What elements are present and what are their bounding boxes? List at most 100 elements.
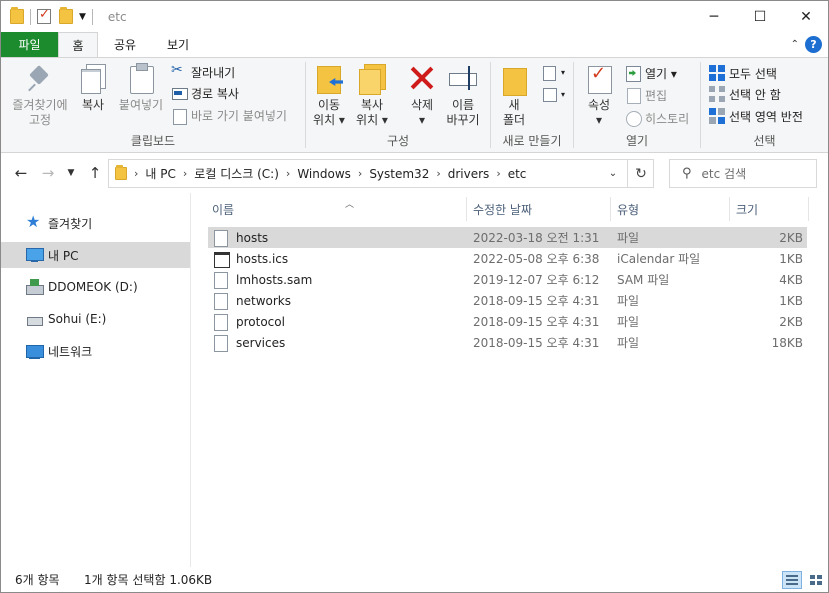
- nav-item-label: 네트워크: [48, 344, 93, 359]
- new-group: 새 폴더 ▾ ▾ 새로 만들기: [491, 58, 573, 153]
- table-row[interactable]: hosts 2022-03-18 오전 1:31 파일 2KB: [208, 227, 807, 248]
- table-row[interactable]: protocol 2018-09-15 오후 4:31 파일 2KB: [208, 311, 807, 332]
- copy-to-icon: [356, 62, 388, 95]
- file-name: hosts.ics: [236, 251, 289, 266]
- file-name: lmhosts.sam: [236, 272, 313, 287]
- chevron-right-icon[interactable]: ›: [134, 167, 138, 180]
- pin-label: 즐겨찾기에 고정: [12, 98, 68, 127]
- cut-button[interactable]: 잘라내기: [171, 62, 235, 82]
- file-icon: [214, 313, 228, 331]
- breadcrumb-windows[interactable]: Windows: [297, 167, 351, 181]
- ribbon-tabs: 파일 홈 공유 보기 ⌃ ?: [1, 32, 828, 58]
- nav-item-network[interactable]: 네트워크: [1, 338, 190, 364]
- history-button[interactable]: 히스토리: [625, 108, 689, 128]
- new-folder-quick-icon[interactable]: [59, 7, 73, 24]
- select-all-icon: [709, 65, 725, 81]
- table-row[interactable]: lmhosts.sam 2019-12-07 오후 6:12 SAM 파일 4K…: [208, 269, 807, 290]
- minimize-button[interactable]: ─: [691, 1, 737, 32]
- invert-selection-label: 선택 영역 반전: [729, 109, 803, 124]
- tab-view[interactable]: 보기: [155, 32, 201, 57]
- chevron-right-icon[interactable]: ›: [436, 167, 440, 180]
- address-dropdown-icon[interactable]: ⌄: [599, 160, 627, 187]
- delete-button[interactable]: 삭제 ▾: [403, 62, 441, 128]
- breadcrumb-system32[interactable]: System32: [369, 167, 429, 181]
- details-view-button[interactable]: [782, 571, 802, 589]
- column-header-name[interactable]: 이름 ︿: [206, 197, 466, 221]
- close-button[interactable]: ✕: [783, 1, 829, 32]
- nav-item-drive-d[interactable]: DDOMEOK (D:): [1, 274, 190, 300]
- item-count: 6개 항목: [15, 573, 60, 587]
- column-header-type[interactable]: 유형: [611, 197, 729, 221]
- quick-access-dropdown-icon[interactable]: ▼: [79, 12, 86, 22]
- move-to-button[interactable]: 이동 위치 ▾: [310, 62, 348, 128]
- open-group: 속성 ▾ 열기 ▾ 편집 히스토리 열기: [574, 58, 700, 153]
- breadcrumb-drivers[interactable]: drivers: [448, 167, 490, 181]
- nav-item-quick-access[interactable]: 즐겨찾기: [1, 210, 190, 236]
- invert-selection-button[interactable]: 선택 영역 반전: [709, 106, 803, 126]
- copy-button[interactable]: 복사: [77, 62, 109, 113]
- separator: [30, 8, 31, 25]
- chevron-right-icon[interactable]: ›: [358, 167, 362, 180]
- table-row[interactable]: services 2018-09-15 오후 4:31 파일 18KB: [208, 332, 807, 353]
- large-icons-view-button[interactable]: [806, 571, 826, 589]
- file-name: hosts: [236, 230, 269, 245]
- column-header-date[interactable]: 수정한 날짜: [467, 197, 610, 221]
- chevron-right-icon[interactable]: ›: [286, 167, 290, 180]
- large-icons-view-icon: [810, 575, 822, 585]
- edit-button[interactable]: 편집: [625, 85, 667, 105]
- up-arrow-icon[interactable]: ↑: [85, 163, 105, 183]
- folder-icon[interactable]: [10, 7, 24, 24]
- select-none-button[interactable]: 선택 안 함: [709, 84, 781, 104]
- paste-shortcut-icon: [171, 107, 187, 125]
- forward-arrow-icon[interactable]: →: [38, 163, 58, 183]
- back-arrow-icon[interactable]: ←: [11, 163, 31, 183]
- address-bar[interactable]: › 내 PC › 로컬 디스크 (C:) › Windows › System3…: [108, 159, 654, 188]
- tab-file[interactable]: 파일: [1, 32, 58, 57]
- breadcrumb-local-disk[interactable]: 로컬 디스크 (C:): [194, 165, 279, 182]
- table-row[interactable]: networks 2018-09-15 오후 4:31 파일 1KB: [208, 290, 807, 311]
- file-date: 2018-09-15 오후 4:31: [473, 315, 600, 329]
- table-row[interactable]: hosts.ics 2022-05-08 오후 6:38 iCalendar 파…: [208, 248, 807, 269]
- pc-icon: [26, 247, 44, 263]
- search-box[interactable]: ⚲ etc 검색: [669, 159, 817, 188]
- collapse-ribbon-icon[interactable]: ⌃: [791, 39, 799, 50]
- open-button[interactable]: 열기 ▾: [625, 63, 677, 83]
- paste-shortcut-button[interactable]: 바로 가기 붙여넣기: [171, 105, 287, 125]
- file-size: 1KB: [779, 293, 803, 308]
- select-all-button[interactable]: 모두 선택: [709, 63, 777, 83]
- tab-share[interactable]: 공유: [102, 32, 148, 57]
- rename-button[interactable]: 이름 바꾸기: [444, 62, 482, 128]
- nav-item-this-pc[interactable]: 내 PC: [1, 242, 190, 268]
- properties-quick-icon[interactable]: [37, 7, 51, 24]
- help-icon[interactable]: ?: [805, 36, 822, 53]
- pin-quick-access-button[interactable]: 즐겨찾기에 고정: [8, 62, 72, 128]
- select-group: 모두 선택 선택 안 함 선택 영역 반전 선택: [701, 58, 828, 153]
- maximize-button[interactable]: ☐: [737, 1, 783, 32]
- copy-path-button[interactable]: 경로 복사: [171, 83, 239, 103]
- file-size: 2KB: [779, 230, 803, 245]
- column-divider[interactable]: [808, 197, 809, 221]
- copy-to-button[interactable]: 복사 위치 ▾: [353, 62, 391, 128]
- chevron-right-icon[interactable]: ›: [183, 167, 187, 180]
- nav-item-drive-e[interactable]: Sohui (E:): [1, 306, 190, 332]
- tab-home[interactable]: 홈: [58, 32, 98, 58]
- paste-button[interactable]: 붙여넣기: [115, 62, 167, 113]
- status-bar: 6개 항목 1개 항목 선택함 1.06KB: [1, 567, 828, 592]
- star-icon: [26, 212, 43, 231]
- organize-group-label: 구성: [386, 134, 410, 148]
- file-icon: [214, 334, 228, 352]
- file-size: 2KB: [779, 314, 803, 329]
- properties-button[interactable]: 속성 ▾: [582, 62, 616, 128]
- chevron-right-icon[interactable]: ›: [496, 167, 500, 180]
- new-item-button[interactable]: ▾: [541, 62, 565, 82]
- refresh-icon[interactable]: ↻: [627, 160, 654, 187]
- new-folder-button[interactable]: 새 폴더: [497, 62, 531, 128]
- breadcrumb-my-pc[interactable]: 내 PC: [145, 165, 175, 182]
- selection-info: 1개 항목 선택함 1.06KB: [84, 573, 213, 587]
- file-list: 이름 ︿ 수정한 날짜 유형 크기 hosts 2022-03-18 오전 1:…: [192, 193, 828, 567]
- easy-access-button[interactable]: ▾: [541, 84, 565, 104]
- column-header-size[interactable]: 크기: [730, 197, 808, 221]
- breadcrumb-etc[interactable]: etc: [508, 167, 527, 181]
- recent-locations-icon[interactable]: ▼: [61, 163, 81, 183]
- search-placeholder: etc 검색: [701, 167, 747, 181]
